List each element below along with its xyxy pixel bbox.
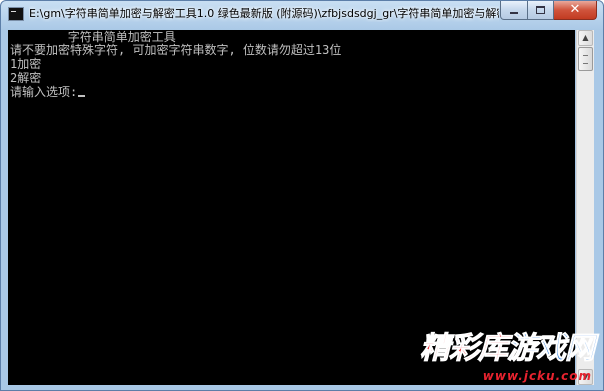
site-watermark: 精彩库游戏网 www.jcku.com	[394, 331, 596, 387]
watermark-name-part2: 游戏网	[507, 331, 596, 367]
console-prompt: 请输入选项:	[10, 85, 78, 99]
watermark-logo: 精彩库游戏网	[420, 331, 596, 367]
text-cursor	[78, 95, 86, 97]
console-line-option-decrypt: 2解密	[10, 71, 42, 85]
console-prompt-line[interactable]: 请输入选项:	[10, 85, 86, 99]
console-icon[interactable]	[8, 7, 24, 21]
window-title: E:\gm\字符串简单加密与解密工具1.0 绿色最新版 (附源码)\zfbjsd…	[29, 7, 499, 20]
scroll-up-button[interactable]: ▲	[578, 30, 593, 46]
minimize-button[interactable]	[500, 1, 528, 20]
maximize-button[interactable]	[528, 1, 554, 20]
arrow-up-icon: ▲	[582, 33, 589, 42]
scroll-thumb[interactable]	[578, 47, 593, 71]
window-controls: ✕	[500, 1, 597, 20]
close-button[interactable]: ✕	[554, 1, 597, 20]
title-bar[interactable]: E:\gm\字符串简单加密与解密工具1.0 绿色最新版 (附源码)\zfbjsd…	[1, 1, 603, 28]
maximize-icon	[536, 6, 545, 14]
console-line-warning: 请不要加密特殊字符, 可加密字符串数字, 位数请勿超过13位	[10, 43, 342, 57]
minimize-icon	[510, 12, 518, 14]
console-line-option-encrypt: 1加密	[10, 57, 42, 71]
watermark-url: www.jcku.com	[482, 369, 592, 383]
watermark-name-part1: 精彩库	[420, 331, 509, 367]
close-icon: ✕	[569, 2, 581, 17]
